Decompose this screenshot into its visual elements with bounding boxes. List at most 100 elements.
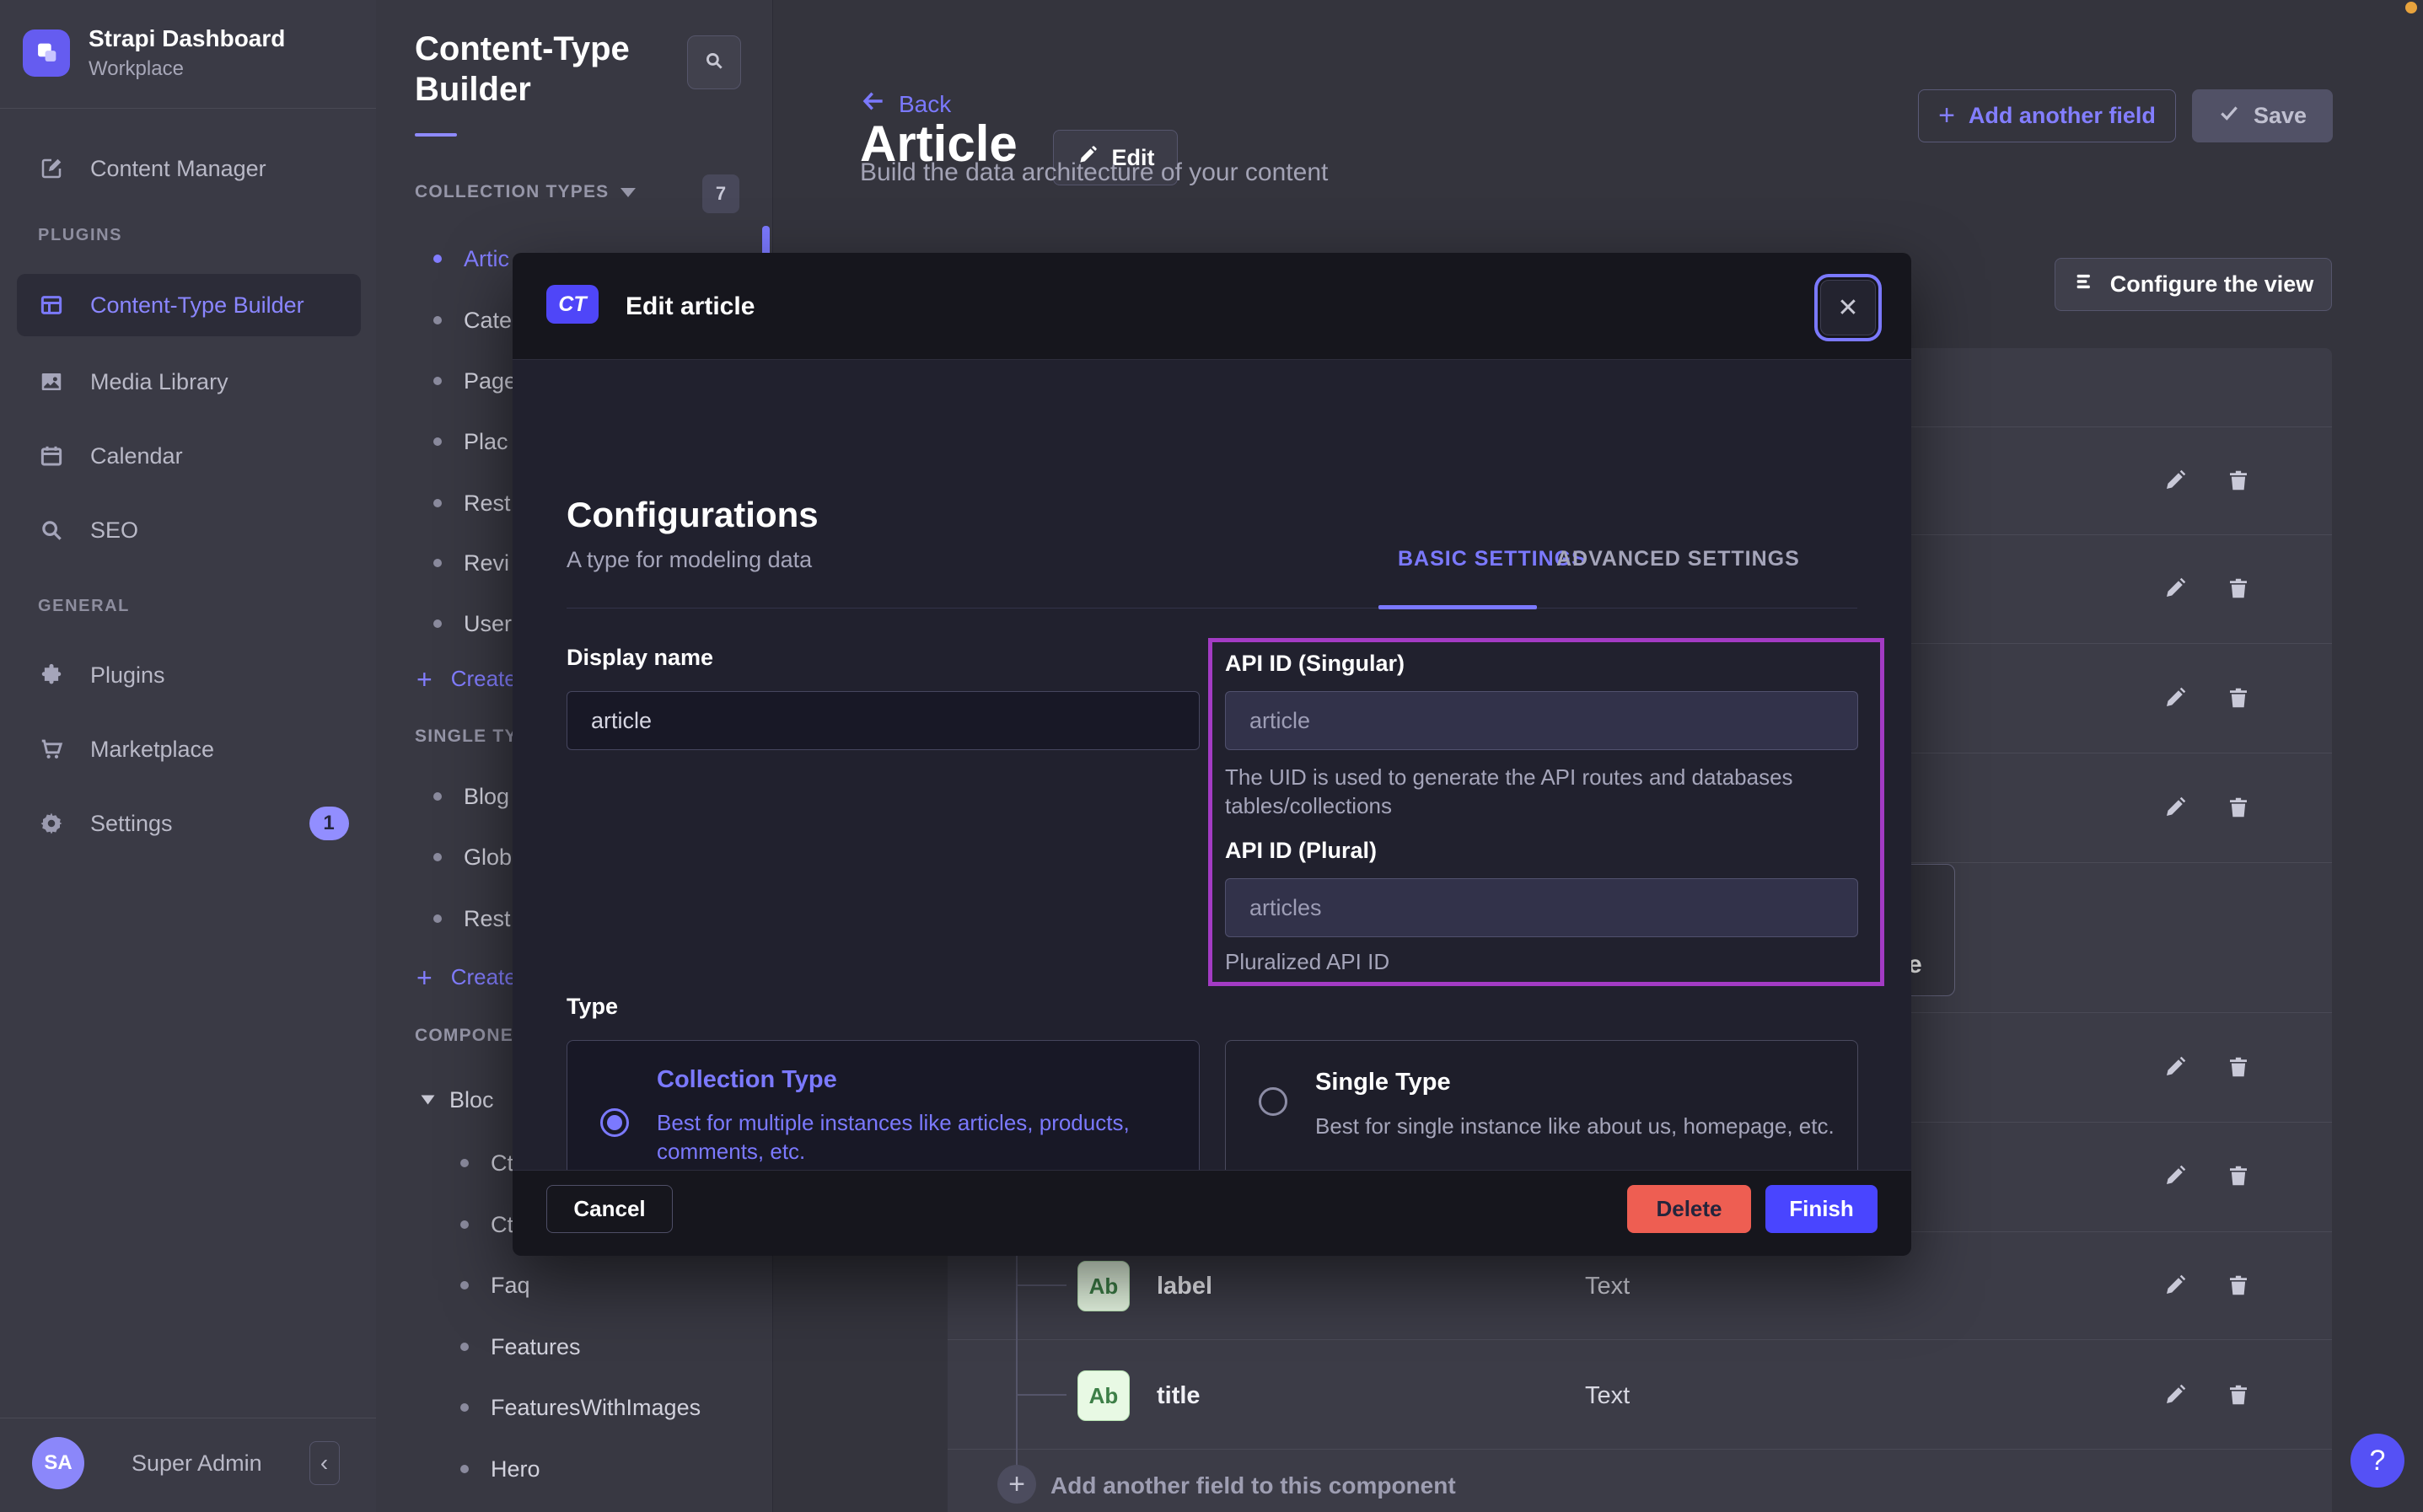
trash-icon[interactable] [2226, 576, 2251, 601]
tabs-divider [567, 608, 1857, 609]
trash-icon[interactable] [2226, 1382, 2251, 1407]
pencil-icon[interactable] [2162, 576, 2188, 601]
group-header-collection-types[interactable]: COLLECTION TYPES [415, 182, 636, 202]
display-name-input[interactable] [567, 691, 1200, 750]
title-underline [415, 133, 457, 137]
calendar-icon [38, 442, 65, 469]
chevron-expanded-icon [422, 1096, 435, 1105]
configure-view-button[interactable]: Configure the view [2055, 258, 2332, 311]
trash-icon[interactable] [2226, 1163, 2251, 1188]
nav-item[interactable]: FeaturesWithImages [460, 1392, 701, 1423]
help-button[interactable]: ? [2350, 1434, 2404, 1488]
nav-item[interactable]: Page [433, 366, 517, 396]
pencil-icon[interactable] [2162, 1273, 2188, 1298]
nav-item[interactable]: Glob [433, 842, 512, 872]
cancel-button[interactable]: Cancel [546, 1185, 673, 1233]
nav-item[interactable]: Plac [433, 426, 508, 457]
app-title: Strapi Dashboard [89, 25, 285, 52]
nav-item[interactable]: Rest [433, 488, 511, 518]
nav-item[interactable]: User [433, 609, 512, 639]
sidebar-item-media-library[interactable]: Media Library [0, 351, 376, 412]
sidebar-item-calendar[interactable]: Calendar [0, 426, 376, 486]
sidebar-item-content-type-builder[interactable]: Content-Type Builder [17, 274, 361, 336]
active-tab-underline [1378, 605, 1537, 609]
close-icon: ✕ [1837, 293, 1858, 323]
group-header-single-types[interactable]: SINGLE TY [415, 727, 518, 747]
api-id-singular-hint: The UID is used to generate the API rout… [1225, 763, 1840, 820]
nav-item[interactable]: Faq [460, 1270, 530, 1300]
radio-unselected-icon[interactable] [1259, 1087, 1287, 1116]
create-collection-type-link[interactable]: +Create [416, 666, 517, 692]
nav-item[interactable]: Ct [460, 1209, 513, 1240]
trash-icon[interactable] [2226, 1273, 2251, 1298]
sidebar-item-content-manager[interactable]: Content Manager [0, 138, 376, 199]
trash-icon[interactable] [2226, 685, 2251, 710]
nav-item[interactable]: Cate [433, 305, 512, 335]
nav-item[interactable]: Features [460, 1332, 581, 1362]
cart-icon [38, 736, 65, 763]
sidebar-item-plugins[interactable]: Plugins [0, 645, 376, 705]
pencil-icon[interactable] [2162, 468, 2188, 493]
api-id-plural-input[interactable] [1225, 878, 1858, 937]
sidebar-item-marketplace[interactable]: Marketplace [0, 719, 376, 780]
api-id-singular-label: API ID (Singular) [1225, 651, 1405, 677]
trash-icon[interactable] [2226, 468, 2251, 493]
pencil-icon[interactable] [2162, 1163, 2188, 1188]
pencil-icon[interactable] [2162, 1382, 2188, 1407]
nav-item[interactable]: Hero [460, 1454, 540, 1484]
nav-item[interactable]: Ct [460, 1148, 513, 1178]
sidebar-item-label: SEO [90, 517, 138, 544]
add-another-field-button[interactable]: + Add another field [1918, 89, 2176, 142]
field-type: Text [1585, 1273, 1630, 1300]
pencil-icon[interactable] [2162, 795, 2188, 820]
api-id-singular-input[interactable] [1225, 691, 1858, 750]
group-header-components[interactable]: COMPONE [415, 1026, 513, 1046]
nav-item[interactable]: Blog [433, 781, 509, 812]
save-button[interactable]: Save [2192, 89, 2333, 142]
plus-icon: + [416, 668, 432, 690]
sidebar-divider [0, 108, 376, 109]
modal-footer: Cancel Delete Finish [513, 1170, 1911, 1256]
nav-item-article[interactable]: Artic [433, 244, 509, 274]
search-button[interactable] [687, 35, 741, 89]
sidebar-item-label: Calendar [90, 443, 183, 469]
tab-advanced-settings[interactable]: ADVANCED SETTINGS [1556, 547, 1800, 571]
api-id-plural-hint: Pluralized API ID [1225, 947, 1389, 976]
nav-item[interactable]: Revi [433, 548, 509, 578]
check-icon [2218, 102, 2240, 130]
sidebar-item-settings[interactable]: Settings 1 [0, 793, 376, 854]
modal-header: CT Edit article ✕ [513, 253, 1911, 360]
puzzle-icon [38, 662, 65, 689]
sidebar-item-seo[interactable]: SEO [0, 500, 376, 560]
image-icon [38, 368, 65, 395]
brand[interactable]: Strapi Dashboard Workplace [23, 25, 285, 81]
sidebar-item-label: Content-Type Builder [90, 292, 304, 319]
sidebar-item-label: Settings [90, 811, 173, 837]
avatar[interactable]: SA [32, 1437, 84, 1489]
nav-item[interactable]: Rest [433, 903, 511, 934]
close-button[interactable]: ✕ [1820, 280, 1876, 335]
collection-count-badge: 7 [702, 174, 739, 213]
edit-article-modal: CT Edit article ✕ Configurations A type … [513, 253, 1911, 1256]
create-single-type-link[interactable]: +Create [416, 964, 517, 990]
pencil-icon[interactable] [2162, 1054, 2188, 1080]
finish-button[interactable]: Finish [1765, 1185, 1878, 1233]
gear-icon [38, 810, 65, 837]
sidebar-item-label: Marketplace [90, 737, 214, 763]
field-name: label [1157, 1273, 1212, 1300]
pencil-icon[interactable] [2162, 685, 2188, 710]
add-field-plus-button[interactable]: + [997, 1465, 1036, 1504]
plus-icon: + [416, 967, 432, 989]
nav-item-category-blocks[interactable]: Bloc [423, 1085, 494, 1115]
add-field-row-label[interactable]: Add another field to this component [1050, 1472, 1456, 1499]
plus-icon: + [1938, 99, 1955, 132]
content-manager-icon [38, 155, 65, 182]
trash-icon[interactable] [2226, 795, 2251, 820]
collapse-sidebar-button[interactable]: ‹ [309, 1441, 340, 1485]
text-field-badge: Ab [1077, 1370, 1130, 1421]
trash-icon[interactable] [2226, 1054, 2251, 1080]
strapi-dashboard-screen: Strapi Dashboard Workplace Content Manag… [0, 0, 2423, 1512]
text-field-badge: Ab [1077, 1261, 1130, 1311]
delete-button[interactable]: Delete [1627, 1185, 1751, 1233]
radio-selected-icon[interactable] [600, 1108, 629, 1137]
